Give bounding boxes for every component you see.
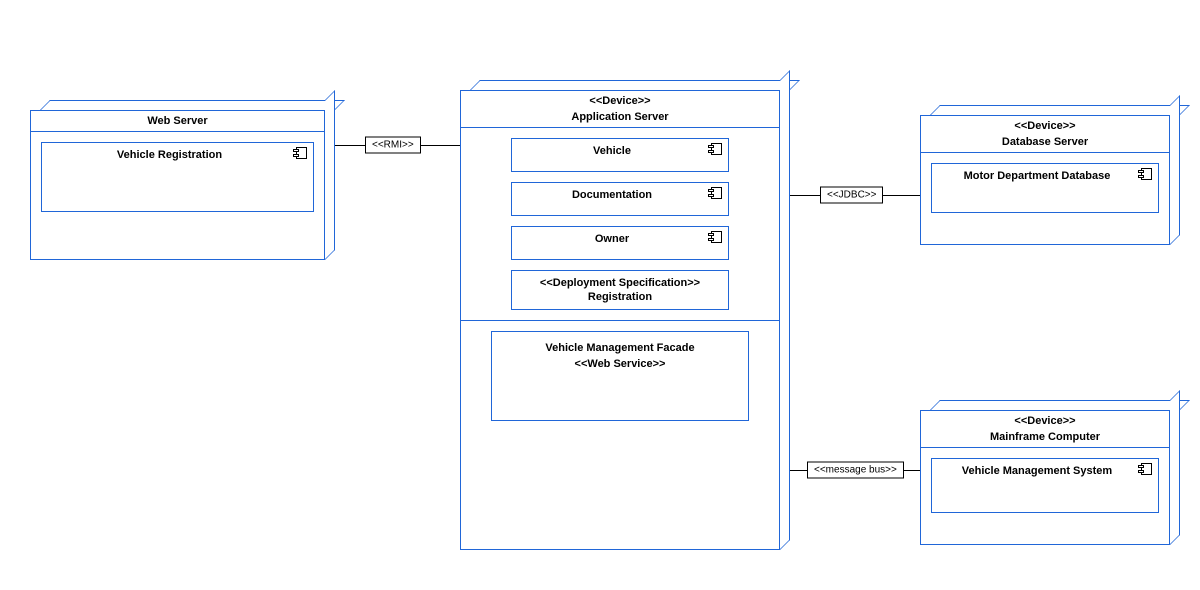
deploy-spec-registration: <<Deployment Specification>> Registratio…	[511, 270, 729, 310]
db-server-stereotype: <<Device>>	[921, 116, 1169, 132]
node-app-server: <<Device>> Application Server Vehicle Do…	[460, 90, 780, 550]
connector-jdbc-label: <<JDBC>>	[820, 187, 883, 204]
component-icon	[708, 143, 722, 155]
component-owner: Owner	[511, 226, 729, 260]
component-vms: Vehicle Management System	[931, 458, 1159, 513]
component-icon	[708, 231, 722, 243]
component-icon	[1138, 168, 1152, 180]
component-icon	[708, 187, 722, 199]
connector-rmi-label: <<RMI>>	[365, 137, 421, 154]
component-motor-db: Motor Department Database	[931, 163, 1159, 213]
db-server-title: Database Server	[921, 132, 1169, 153]
app-server-title: Application Server	[461, 107, 779, 128]
app-server-stereotype: <<Device>>	[461, 91, 779, 107]
mainframe-title: Mainframe Computer	[921, 427, 1169, 448]
component-icon	[1138, 463, 1152, 475]
component-vehicle: Vehicle	[511, 138, 729, 172]
component-icon	[293, 147, 307, 159]
component-documentation: Documentation	[511, 182, 729, 216]
node-web-server: Web Server Vehicle Registration	[30, 110, 325, 260]
node-db-server: <<Device>> Database Server Motor Departm…	[920, 115, 1170, 245]
node-mainframe: <<Device>> Mainframe Computer Vehicle Ma…	[920, 410, 1170, 545]
web-server-title: Web Server	[31, 111, 324, 132]
mainframe-stereotype: <<Device>>	[921, 411, 1169, 427]
connector-msgbus-label: <<message bus>>	[807, 462, 904, 479]
component-facade: Vehicle Management Facade <<Web Service>…	[491, 331, 749, 421]
component-vehicle-registration: Vehicle Registration	[41, 142, 314, 212]
